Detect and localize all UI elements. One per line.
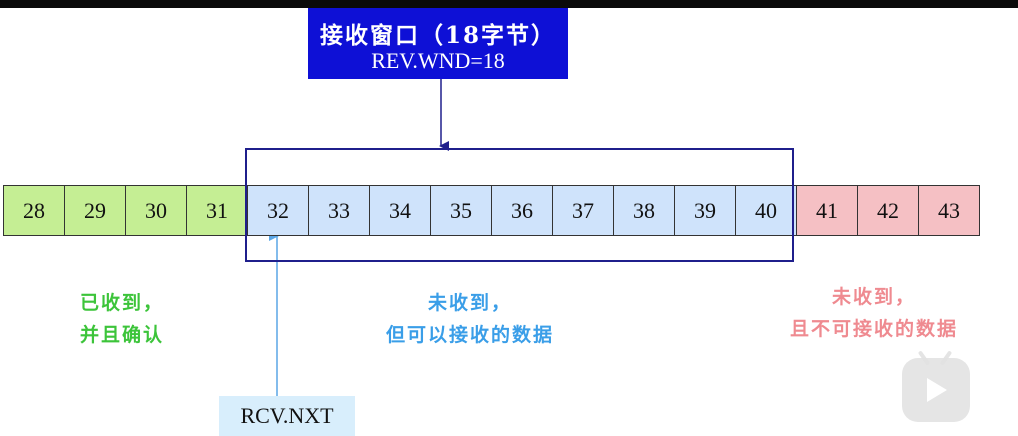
rcv-nxt-label: RCV.NXT — [219, 396, 355, 436]
caption-window-line-2: 但可以接收的数据 — [386, 324, 555, 346]
byte-cell-acked: 30 — [126, 185, 187, 236]
caption-acked: 已收到， 并且确认 — [80, 287, 164, 351]
caption-blocked-line-2: 且不可接收的数据 — [790, 318, 959, 340]
byte-cell-blocked: 42 — [858, 185, 919, 236]
play-icon — [927, 378, 947, 402]
play-tv-icon — [902, 350, 970, 422]
byte-cell-acked: 28 — [4, 185, 65, 236]
caption-window-line-1: 未收到， — [428, 292, 513, 314]
caption-window: 未收到， 但可以接收的数据 — [386, 287, 554, 351]
byte-cell-blocked: 43 — [919, 185, 980, 236]
caption-acked-line-1: 已收到， — [80, 292, 165, 314]
caption-acked-line-2: 并且确认 — [80, 324, 165, 346]
caption-blocked: 未收到， 且不可接收的数据 — [790, 281, 958, 345]
byte-cell-acked: 29 — [65, 185, 126, 236]
caption-blocked-line-1: 未收到， — [832, 286, 917, 308]
receive-window-frame — [245, 148, 794, 262]
byte-cell-blocked: 41 — [797, 185, 858, 236]
byte-cell-acked: 31 — [187, 185, 248, 236]
